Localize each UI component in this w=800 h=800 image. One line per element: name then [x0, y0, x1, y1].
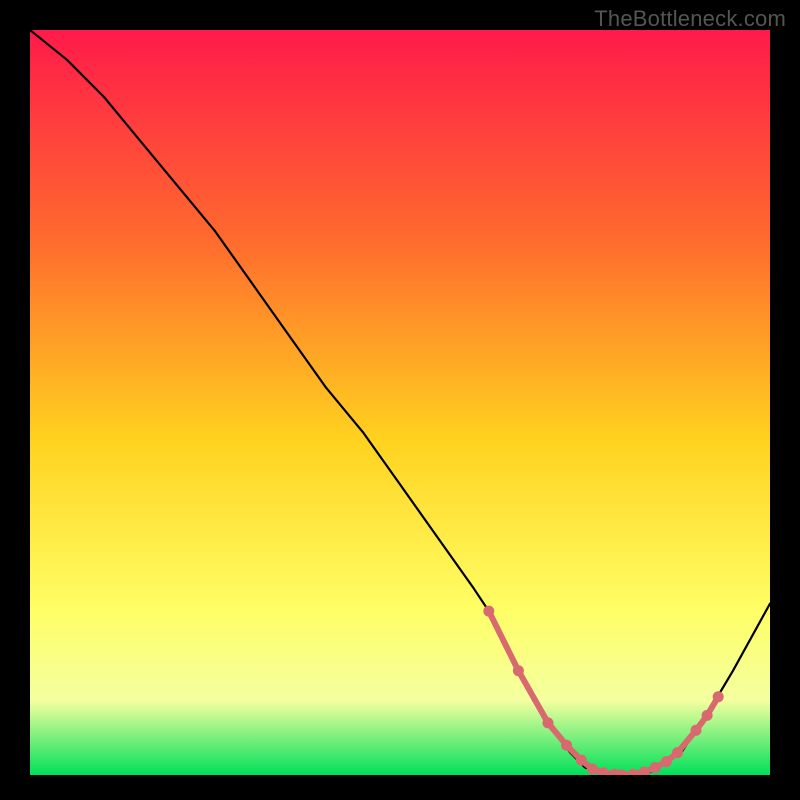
marker-dot — [561, 740, 572, 751]
marker-dot — [702, 710, 713, 721]
bottleneck-plot — [30, 30, 770, 775]
chart-stage: TheBottleneck.com — [0, 0, 800, 800]
marker-dot — [543, 717, 554, 728]
chart-svg — [30, 30, 770, 775]
marker-dot — [576, 755, 587, 766]
marker-dot — [691, 725, 702, 736]
marker-dot — [713, 691, 724, 702]
marker-dot — [587, 764, 598, 775]
marker-dot — [661, 756, 672, 767]
marker-dot — [650, 762, 661, 773]
marker-dot — [513, 665, 524, 676]
marker-dot — [483, 606, 494, 617]
marker-dot — [672, 747, 683, 758]
watermark-label: TheBottleneck.com — [594, 6, 786, 32]
